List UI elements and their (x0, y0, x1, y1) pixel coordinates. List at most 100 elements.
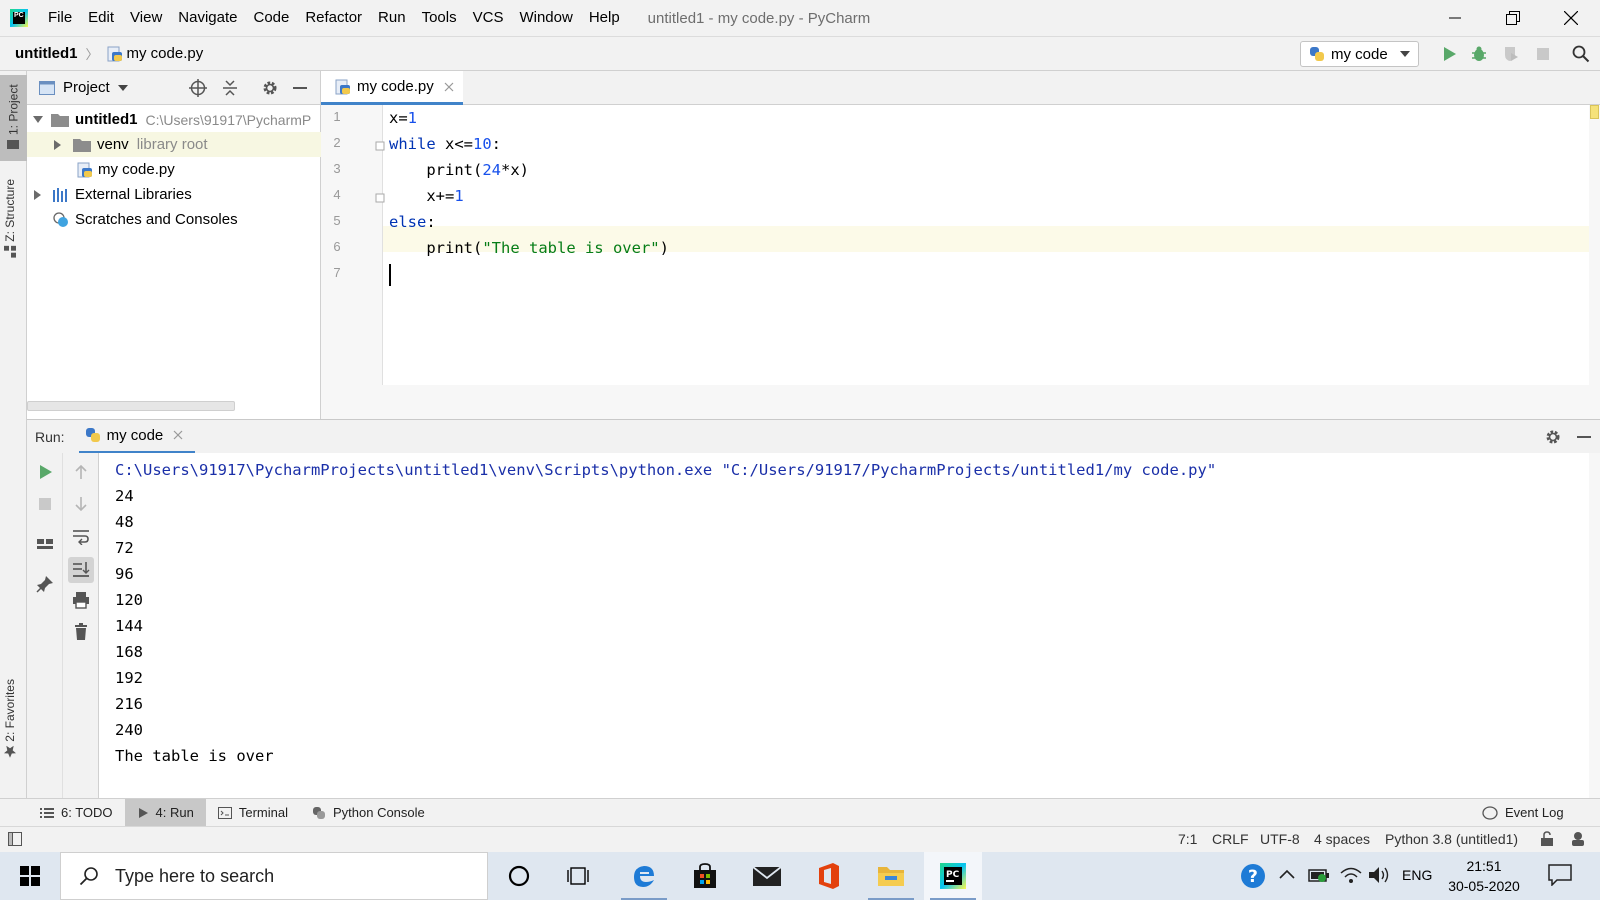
console-vertical-scrollbar[interactable] (1589, 453, 1600, 798)
line-separator[interactable]: CRLF (1212, 831, 1249, 847)
hide-panel-button[interactable] (291, 79, 309, 97)
start-button[interactable] (0, 852, 60, 900)
project-horizontal-scrollbar[interactable] (27, 401, 235, 411)
action-center-button[interactable] (1548, 864, 1572, 886)
taskbar-search-box[interactable]: Type here to search (60, 852, 488, 900)
editor-tab-my-code-py[interactable]: my code.py (321, 71, 463, 105)
run-button[interactable] (1440, 45, 1458, 63)
close-button[interactable] (1542, 0, 1600, 36)
editor-vertical-scrollbar[interactable] (1589, 105, 1600, 385)
tree-item-scratches[interactable]: Scratches and Consoles (27, 207, 321, 232)
menu-vcs[interactable]: VCS (465, 0, 512, 36)
search-everywhere-button[interactable] (1572, 45, 1590, 63)
play-icon (1444, 47, 1456, 61)
collapse-all-button[interactable] (221, 79, 239, 97)
read-only-toggle[interactable] (1540, 831, 1554, 847)
breadcrumb-project[interactable]: untitled1 (15, 45, 78, 62)
menu-help[interactable]: Help (581, 0, 628, 36)
rerun-button[interactable] (36, 463, 54, 481)
task-view-button[interactable] (550, 852, 608, 900)
menu-navigate[interactable]: Navigate (170, 0, 245, 36)
project-settings-button[interactable] (261, 79, 279, 97)
tab-event-log[interactable]: Event Log (1470, 799, 1576, 827)
taskbar-edge[interactable] (615, 852, 673, 900)
minimize-button[interactable] (1426, 0, 1484, 36)
tab-python-console[interactable]: Python Console (300, 799, 437, 827)
scroll-down-button[interactable] (72, 495, 90, 513)
help-tray-icon[interactable]: ? (1240, 863, 1266, 889)
layout-button[interactable] (36, 535, 54, 553)
editor-tab-label: my code.py (357, 78, 434, 95)
menu-file[interactable]: File (40, 0, 80, 36)
file-encoding[interactable]: UTF-8 (1260, 831, 1300, 847)
battery-tray-icon[interactable] (1308, 866, 1330, 884)
inspector-button[interactable] (1570, 831, 1586, 847)
clear-all-button[interactable] (72, 623, 90, 641)
stop-button[interactable] (1534, 45, 1552, 63)
run-configuration-select[interactable]: my code (1300, 41, 1419, 67)
chevron-right-icon (54, 139, 61, 150)
taskbar-store[interactable] (676, 852, 734, 900)
inspection-indicator-icon[interactable] (1590, 105, 1599, 119)
menu-refactor[interactable]: Refactor (297, 0, 370, 36)
menu-run[interactable]: Run (370, 0, 414, 36)
soft-wrap-button[interactable] (72, 527, 90, 545)
menu-view[interactable]: View (122, 0, 170, 36)
play-icon (138, 807, 148, 818)
tab-run[interactable]: 4: Run (124, 798, 206, 827)
tab-favorites[interactable]: 2: Favorites (3, 679, 17, 758)
bug-icon (1472, 46, 1486, 61)
volume-tray-icon[interactable] (1368, 866, 1390, 884)
run-settings-button[interactable] (1544, 428, 1562, 446)
restore-button[interactable] (1484, 0, 1542, 36)
line-number: 2 (333, 135, 341, 150)
run-tab-my-code[interactable]: my code (78, 420, 196, 454)
tree-item-my-code-py[interactable]: my code.py (27, 157, 321, 182)
battery-icon (1308, 869, 1329, 882)
caret-position[interactable]: 7:1 (1178, 831, 1197, 847)
taskbar-office[interactable] (800, 852, 858, 900)
pin-tab-button[interactable] (36, 575, 54, 593)
run-panel-header: Run: my code (27, 419, 1600, 454)
coverage-button[interactable] (1502, 45, 1520, 63)
tab-todo[interactable]: 6: TODO (28, 799, 125, 827)
close-tab-icon[interactable] (444, 82, 454, 92)
tree-item-venv[interactable]: venv library root (27, 132, 321, 157)
menu-tools[interactable]: Tools (414, 0, 465, 36)
input-language[interactable]: ENG (1402, 867, 1432, 883)
printer-icon (73, 592, 89, 609)
breadcrumb-file[interactable]: my code.py (107, 45, 203, 62)
python-interpreter[interactable]: Python 3.8 (untitled1) (1385, 831, 1518, 847)
tree-item-untitled1[interactable]: untitled1 C:\Users\91917\PycharmP (27, 107, 321, 132)
project-view-select[interactable]: Project (39, 79, 128, 96)
stop-run-button[interactable] (36, 495, 54, 513)
pycharm-logo-icon[interactable]: PC (10, 9, 28, 27)
tab-terminal[interactable]: Terminal (206, 799, 300, 827)
scroll-to-end-button[interactable] (68, 557, 94, 583)
trash-icon (75, 623, 87, 640)
wifi-tray-icon[interactable] (1340, 866, 1362, 884)
show-hidden-icons-button[interactable] (1279, 868, 1295, 880)
menu-code[interactable]: Code (245, 0, 297, 36)
cortana-button[interactable] (490, 852, 548, 900)
menu-edit[interactable]: Edit (80, 0, 122, 36)
hide-run-panel-button[interactable] (1575, 428, 1593, 446)
taskbar-pycharm[interactable]: PC (924, 852, 982, 900)
locate-file-button[interactable] (189, 79, 207, 97)
project-panel-header: Project (27, 71, 320, 105)
indent-setting[interactable]: 4 spaces (1314, 831, 1370, 847)
tab-structure[interactable]: Z: Structure (3, 179, 17, 258)
taskbar-file-explorer[interactable] (862, 852, 920, 900)
close-tab-icon[interactable] (173, 430, 183, 440)
print-button[interactable] (72, 591, 90, 609)
toggle-tool-windows-button[interactable] (8, 832, 22, 846)
clock[interactable]: 21:51 30-05-2020 (1448, 856, 1520, 896)
debug-button[interactable] (1470, 45, 1488, 63)
taskbar-mail[interactable] (738, 852, 796, 900)
menu-window[interactable]: Window (511, 0, 580, 36)
code-area[interactable]: x=1 while x<=10: print(24*x) x+=1 else: … (383, 105, 1583, 385)
tab-project[interactable]: 1: Project (0, 75, 27, 161)
run-console-output[interactable]: C:\Users\91917\PycharmProjects\untitled1… (99, 453, 1589, 798)
scroll-up-button[interactable] (72, 463, 90, 481)
tree-item-external-libraries[interactable]: External Libraries (27, 182, 321, 207)
